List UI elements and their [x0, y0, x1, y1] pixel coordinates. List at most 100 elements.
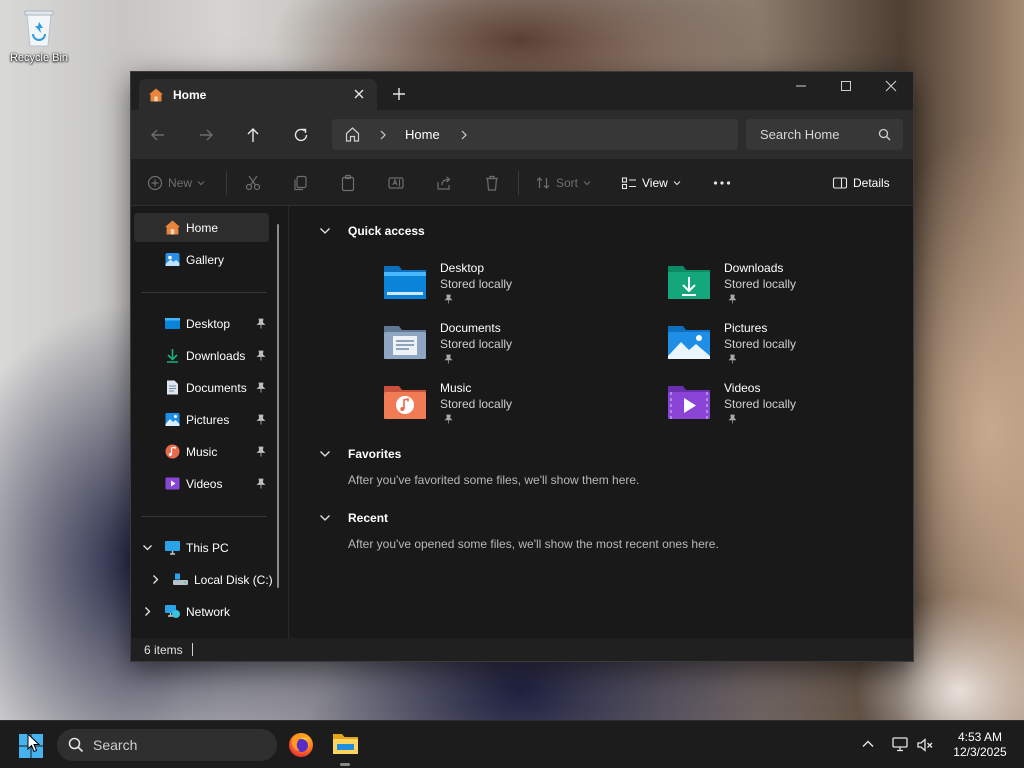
chevron-right-icon[interactable] — [150, 574, 161, 585]
more-options-icon[interactable] — [712, 173, 732, 193]
minimize-button[interactable] — [787, 78, 815, 94]
new-tab-icon[interactable] — [391, 86, 407, 102]
sidebar-item-pictures[interactable]: Pictures — [134, 405, 269, 434]
close-tab-icon[interactable] — [350, 85, 368, 103]
taskbar: Search 4:53 AM 12/3/2025 — [0, 720, 1024, 768]
chevron-down-icon — [583, 181, 591, 186]
chevron-right-icon[interactable] — [142, 606, 153, 617]
breadcrumb-home[interactable]: Home — [405, 127, 440, 142]
sidebar-item-documents[interactable]: Documents — [134, 373, 269, 402]
sidebar-item-videos[interactable]: Videos — [134, 469, 269, 498]
rename-icon[interactable] — [387, 173, 405, 193]
quick-access-videos[interactable]: Videos Stored locally — [667, 381, 907, 433]
toolbar-divider — [518, 171, 519, 195]
file-explorer-icon[interactable] — [332, 732, 359, 756]
cut-icon[interactable] — [244, 173, 262, 193]
toolbar-divider — [226, 171, 227, 195]
maximize-button[interactable] — [832, 78, 860, 94]
recycle-bin-icon — [24, 10, 54, 47]
sidebar-item-this-pc[interactable]: This PC — [134, 533, 269, 562]
sidebar-item-network[interactable]: Network — [134, 597, 269, 626]
monitor-icon — [165, 541, 180, 555]
sidebar-item-label: Desktop — [186, 317, 231, 331]
sidebar-item-music[interactable]: Music — [134, 437, 269, 466]
system-clock[interactable]: 4:53 AM 12/3/2025 — [942, 730, 1018, 760]
close-button[interactable] — [877, 78, 905, 94]
sidebar-item-gallery[interactable]: Gallery — [134, 245, 269, 274]
share-icon[interactable] — [435, 173, 453, 193]
tab-home[interactable]: Home — [139, 79, 377, 110]
chevron-down-icon[interactable] — [142, 542, 153, 553]
quick-access-header[interactable]: Quick access — [319, 222, 425, 240]
pin-icon — [444, 414, 453, 424]
arrow-left-icon[interactable] — [148, 125, 168, 145]
sidebar-item-local-disk[interactable]: Local Disk (C:) — [142, 565, 277, 594]
folder-status: Stored locally — [440, 277, 513, 291]
recycle-bin-label: Recycle Bin — [9, 52, 69, 64]
view-button[interactable]: View — [621, 173, 681, 193]
folder-name: Music — [440, 381, 472, 395]
folder-name: Videos — [724, 381, 761, 395]
favorites-empty-message: After you've favorited some files, we'll… — [348, 473, 640, 487]
search-input[interactable]: Search Home — [746, 119, 903, 150]
quick-access-music[interactable]: Music Stored locally — [383, 381, 623, 433]
recycle-bin-shortcut[interactable]: Recycle Bin — [6, 6, 72, 64]
taskbar-search-label: Search — [93, 737, 138, 753]
sidebar-scrollbar[interactable] — [277, 224, 279, 588]
arrow-right-icon[interactable] — [196, 125, 216, 145]
new-label: New — [168, 176, 193, 190]
pin-icon[interactable] — [256, 318, 266, 329]
folder-name: Downloads — [724, 261, 784, 275]
address-bar[interactable]: Home — [332, 119, 738, 150]
sidebar-item-label: Videos — [186, 477, 223, 491]
taskbar-search-box[interactable]: Search — [57, 729, 277, 761]
arrow-up-icon[interactable] — [243, 125, 263, 145]
pin-icon[interactable] — [256, 350, 266, 361]
sidebar-item-desktop[interactable]: Desktop — [134, 309, 269, 338]
network-icon — [165, 605, 180, 618]
network-status-icon[interactable] — [891, 735, 909, 753]
sidebar-item-downloads[interactable]: Downloads — [134, 341, 269, 370]
maximize-icon — [841, 81, 851, 91]
sidebar-item-label: Gallery — [186, 253, 225, 267]
sidebar-divider — [141, 516, 267, 517]
delete-icon[interactable] — [483, 173, 501, 193]
pin-icon[interactable] — [256, 414, 266, 425]
documents-folder-icon — [384, 326, 426, 359]
volume-muted-icon[interactable] — [916, 736, 934, 754]
details-pane-button[interactable]: Details — [832, 173, 890, 193]
quick-access-pictures[interactable]: Pictures Stored locally — [667, 321, 907, 373]
quick-access-desktop[interactable]: Desktop Stored locally — [383, 261, 623, 313]
firefox-icon[interactable] — [288, 732, 314, 758]
recent-header[interactable]: Recent — [319, 509, 388, 527]
sort-button[interactable]: Sort — [535, 173, 591, 193]
sort-icon — [536, 177, 550, 189]
quick-access-documents[interactable]: Documents Stored locally — [383, 321, 623, 373]
home-icon — [165, 220, 180, 235]
paste-icon[interactable] — [339, 173, 357, 193]
pin-icon[interactable] — [256, 446, 266, 457]
refresh-icon[interactable] — [291, 125, 311, 145]
chevron-right-icon — [380, 130, 386, 140]
pin-icon — [444, 294, 453, 304]
chevron-right-icon[interactable] — [459, 129, 469, 141]
downloads-folder-icon — [668, 266, 710, 299]
details-pane-icon — [832, 177, 848, 189]
chevron-down-icon — [320, 451, 330, 457]
new-button[interactable]: New — [147, 173, 205, 193]
pin-icon — [728, 294, 737, 304]
mouse-cursor-icon — [27, 733, 41, 753]
pin-icon[interactable] — [256, 382, 266, 393]
videos-folder-icon — [668, 386, 710, 419]
clock-time: 4:53 AM — [957, 730, 1003, 744]
sidebar-item-home[interactable]: Home — [134, 213, 269, 242]
sidebar-item-label: Pictures — [186, 413, 230, 427]
pin-icon[interactable] — [256, 478, 266, 489]
chevron-down-icon — [673, 181, 681, 186]
file-explorer-window: Home Home Search Home New Sort View Deta… — [130, 71, 914, 662]
quick-access-downloads[interactable]: Downloads Stored locally — [667, 261, 907, 313]
title-bar: Home — [131, 72, 913, 110]
copy-icon[interactable] — [291, 173, 309, 193]
chevron-up-icon[interactable] — [861, 737, 875, 751]
favorites-header[interactable]: Favorites — [319, 445, 401, 463]
